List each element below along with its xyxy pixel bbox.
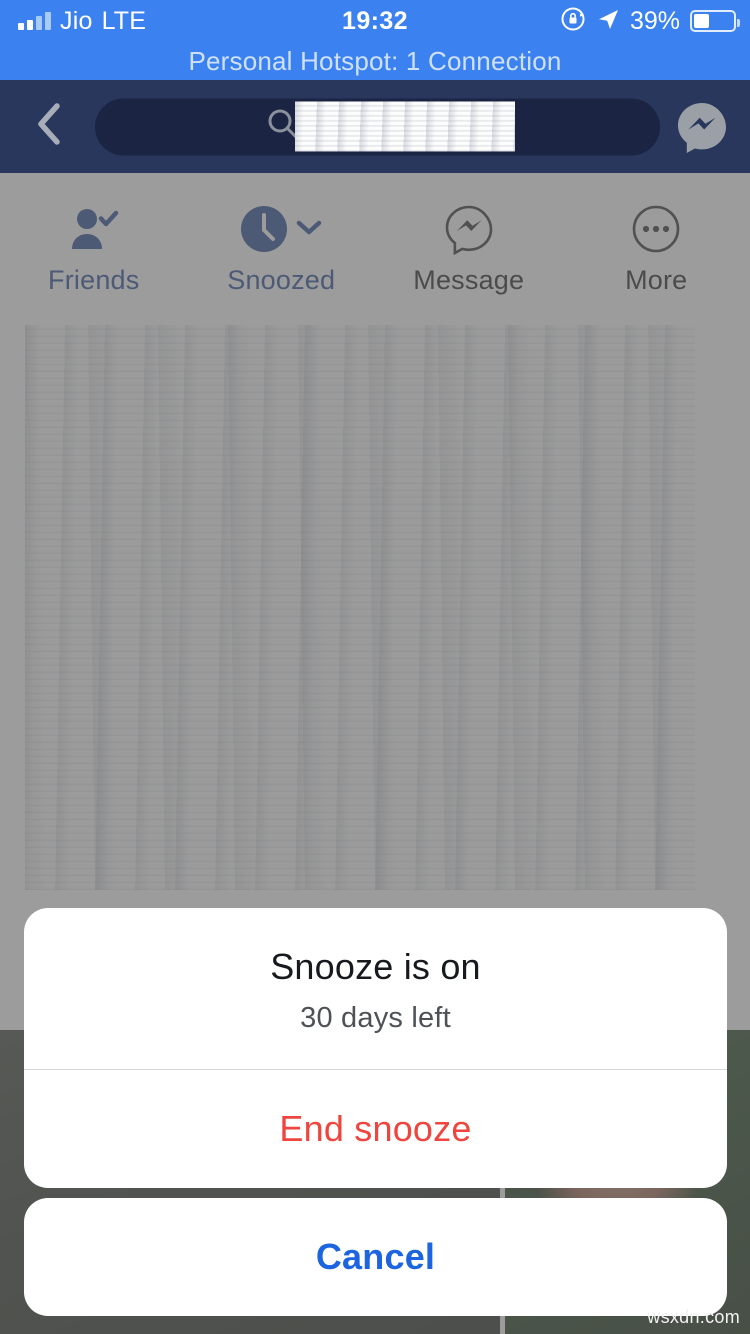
messenger-button[interactable] bbox=[674, 99, 730, 155]
cancel-button-label: Cancel bbox=[315, 1236, 436, 1277]
rotation-lock-icon bbox=[560, 6, 586, 37]
messenger-icon bbox=[674, 102, 730, 159]
status-bar-right: 39% bbox=[560, 0, 740, 42]
search-text-redaction bbox=[295, 101, 515, 152]
action-sheet-subtitle: 30 days left bbox=[300, 1002, 451, 1034]
action-sheet-title: Snooze is on bbox=[270, 946, 481, 987]
status-bar-row: Jio LTE 19:32 39% bbox=[0, 0, 750, 42]
location-arrow-icon bbox=[596, 7, 620, 36]
status-bar: Jio LTE 19:32 39% Personal Hotspot: 1 Co… bbox=[0, 0, 750, 80]
battery-icon bbox=[690, 10, 740, 32]
end-snooze-button[interactable]: End snooze bbox=[24, 1070, 727, 1188]
back-button[interactable] bbox=[24, 102, 74, 152]
watermark: wsxdn.com bbox=[647, 1307, 740, 1327]
hotspot-banner: Personal Hotspot: 1 Connection bbox=[188, 45, 562, 76]
search-input[interactable] bbox=[95, 98, 660, 155]
navigation-bar bbox=[0, 80, 750, 173]
action-sheet-header: Snooze is on 30 days left bbox=[24, 908, 727, 1069]
phone-screen: Jio LTE 19:32 39% Personal Hotspot: 1 Co… bbox=[0, 0, 750, 1334]
battery-percent: 39% bbox=[629, 6, 680, 35]
cancel-button[interactable]: Cancel bbox=[24, 1198, 727, 1316]
snooze-action-sheet: Snooze is on 30 days left End snooze bbox=[24, 908, 727, 1188]
chevron-left-icon bbox=[32, 101, 66, 152]
